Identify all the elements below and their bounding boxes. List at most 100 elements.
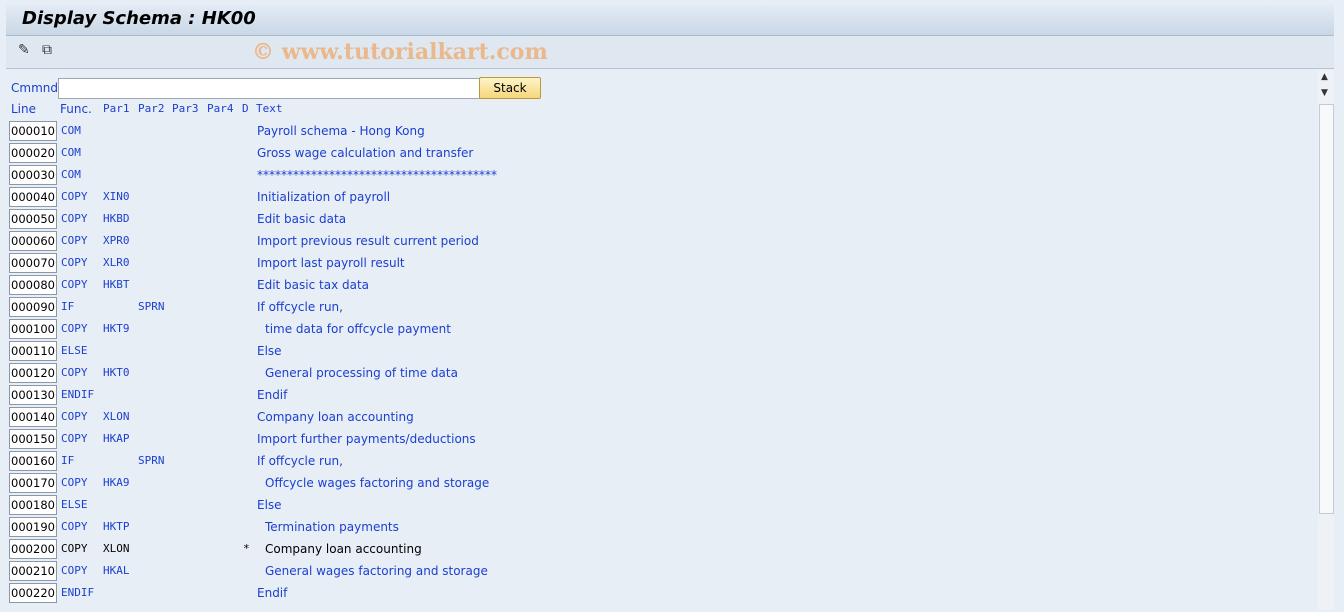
line-number[interactable]: 000020 xyxy=(9,143,57,163)
table-row: 000090 IF SPRN If offcycle run, xyxy=(0,297,1300,317)
stack-button[interactable]: Stack xyxy=(479,77,541,99)
text-cell: General processing of time data xyxy=(265,366,458,380)
line-number[interactable]: 000220 xyxy=(9,583,57,603)
line-number[interactable]: 000170 xyxy=(9,473,57,493)
table-row: 000170 COPY HKA9 Offcycle wages factorin… xyxy=(0,473,1300,493)
line-number[interactable]: 000070 xyxy=(9,253,57,273)
func-cell: COPY xyxy=(61,432,88,445)
watermark: © www.tutorialkart.com xyxy=(252,39,548,65)
table-row: 000200 COPY XLON * Company loan accounti… xyxy=(0,539,1300,559)
title-bar: Display Schema : HK00 xyxy=(6,4,1334,36)
func-cell: COPY xyxy=(61,234,88,247)
col-par3: Par3 xyxy=(172,102,199,115)
col-par2: Par2 xyxy=(138,102,165,115)
func-cell: COPY xyxy=(61,190,88,203)
func-cell: COM xyxy=(61,168,81,181)
par1-cell: HKT0 xyxy=(103,366,130,379)
toolbar: ✎ ⧉ © www.tutorialkart.com xyxy=(6,36,1334,69)
display-change-icon[interactable]: ✎ xyxy=(18,42,30,58)
table-row: 000110 ELSE Else xyxy=(0,341,1300,361)
line-number[interactable]: 000030 xyxy=(9,165,57,185)
line-number[interactable]: 000110 xyxy=(9,341,57,361)
line-number[interactable]: 000010 xyxy=(9,121,57,141)
line-number[interactable]: 000090 xyxy=(9,297,57,317)
line-number[interactable]: 000130 xyxy=(9,385,57,405)
text-cell: Import further payments/deductions xyxy=(257,432,476,446)
table-row: 000130 ENDIF Endif xyxy=(0,385,1300,405)
par1-cell: XLON xyxy=(103,410,130,423)
par1-cell: HKBD xyxy=(103,212,130,225)
table-row: 000060 COPY XPR0 Import previous result … xyxy=(0,231,1300,251)
line-number[interactable]: 000040 xyxy=(9,187,57,207)
func-cell: COPY xyxy=(61,542,88,555)
scroll-down-icon[interactable]: ▼ xyxy=(1321,88,1328,98)
table-row: 000140 COPY XLON Company loan accounting xyxy=(0,407,1300,427)
func-cell: ENDIF xyxy=(61,586,95,599)
col-text: Text xyxy=(256,102,283,115)
func-cell: COM xyxy=(61,146,81,159)
func-cell: IF xyxy=(61,300,75,313)
command-input[interactable] xyxy=(58,78,480,99)
func-cell: COPY xyxy=(61,212,88,225)
table-row: 000020 COM Gross wage calculation and tr… xyxy=(0,143,1300,163)
func-cell: COM xyxy=(61,124,81,137)
line-number[interactable]: 000210 xyxy=(9,561,57,581)
line-number[interactable]: 000180 xyxy=(9,495,57,515)
text-cell: Offcycle wages factoring and storage xyxy=(265,476,490,490)
table-row: 000070 COPY XLR0 Import last payroll res… xyxy=(0,253,1300,273)
line-number[interactable]: 000060 xyxy=(9,231,57,251)
table-row: 000010 COM Payroll schema - Hong Kong xyxy=(0,121,1300,141)
table-row: 000050 COPY HKBD Edit basic data xyxy=(0,209,1300,229)
text-cell: Company loan accounting xyxy=(257,410,414,424)
par1-cell: XIN0 xyxy=(103,190,130,203)
func-cell: COPY xyxy=(61,366,88,379)
col-par1: Par1 xyxy=(103,102,130,115)
table-row: 000160 IF SPRN If offcycle run, xyxy=(0,451,1300,471)
scrollbar-thumb[interactable] xyxy=(1319,104,1334,514)
col-par4: Par4 xyxy=(207,102,234,115)
other-object-icon[interactable]: ⧉ xyxy=(42,42,52,58)
line-number[interactable]: 000160 xyxy=(9,451,57,471)
line-number[interactable]: 000150 xyxy=(9,429,57,449)
par1-cell: HKAP xyxy=(103,432,130,445)
text-cell: General wages factoring and storage xyxy=(265,564,488,578)
scroll-up-icon[interactable]: ▲ xyxy=(1321,72,1328,82)
table-row: 000080 COPY HKBT Edit basic tax data xyxy=(0,275,1300,295)
text-cell: Termination payments xyxy=(265,520,399,534)
text-cell: Import last payroll result xyxy=(257,256,405,270)
par1-cell: HKBT xyxy=(103,278,130,291)
par1-cell: HKT9 xyxy=(103,322,130,335)
text-cell: Edit basic tax data xyxy=(257,278,370,292)
line-number[interactable]: 000200 xyxy=(9,539,57,559)
text-cell: Payroll schema - Hong Kong xyxy=(257,124,425,138)
text-cell: Gross wage calculation and transfer xyxy=(257,146,474,160)
vertical-scrollbar[interactable]: ▲ ▼ xyxy=(1318,70,1334,610)
func-cell: ELSE xyxy=(61,498,88,511)
text-cell: Else xyxy=(257,498,282,512)
text-cell: Else xyxy=(257,344,282,358)
func-cell: COPY xyxy=(61,410,88,423)
text-cell: Import previous result current period xyxy=(257,234,479,248)
par1-cell: HKTP xyxy=(103,520,130,533)
func-cell: COPY xyxy=(61,476,88,489)
par1-cell: XLR0 xyxy=(103,256,130,269)
table-row: 000150 COPY HKAP Import further payments… xyxy=(0,429,1300,449)
d-cell: * xyxy=(243,542,250,555)
text-cell: **************************************** xyxy=(257,168,497,182)
text-cell: Endif xyxy=(257,586,288,600)
col-d: D xyxy=(242,102,249,115)
text-cell: Endif xyxy=(257,388,288,402)
line-number[interactable]: 000050 xyxy=(9,209,57,229)
func-cell: ENDIF xyxy=(61,388,95,401)
text-cell: Company loan accounting xyxy=(265,542,422,556)
line-number[interactable]: 000190 xyxy=(9,517,57,537)
table-row: 000120 COPY HKT0 General processing of t… xyxy=(0,363,1300,383)
func-cell: ELSE xyxy=(61,344,88,357)
par1-cell: HKAL xyxy=(103,564,130,577)
line-number[interactable]: 000080 xyxy=(9,275,57,295)
par1-cell: XLON xyxy=(103,542,130,555)
line-number[interactable]: 000120 xyxy=(9,363,57,383)
line-number[interactable]: 000100 xyxy=(9,319,57,339)
func-cell: COPY xyxy=(61,322,88,335)
line-number[interactable]: 000140 xyxy=(9,407,57,427)
